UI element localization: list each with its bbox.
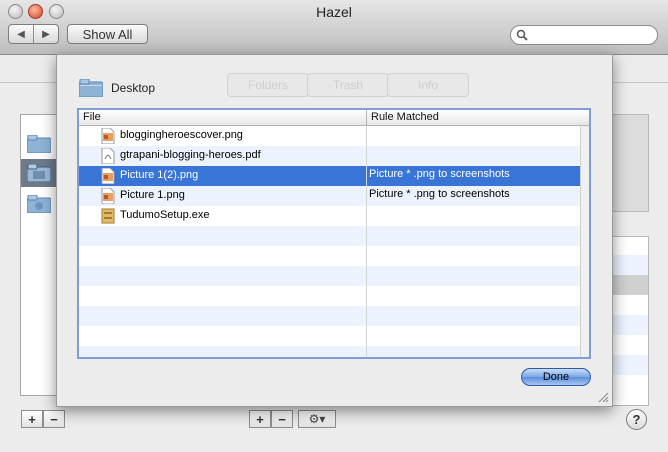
folder-icon [27, 135, 51, 153]
table-row-empty [79, 306, 580, 326]
tab-trash: Trash [307, 73, 389, 97]
table-row[interactable]: Picture 1.png Picture * .png to screensho… [79, 186, 580, 206]
table-header: File Rule Matched [79, 110, 589, 126]
show-all-button[interactable]: Show All [67, 24, 148, 44]
preview-sheet: Folders Trash Info Desktop File Rule Mat… [56, 54, 613, 407]
exe-file-icon [101, 208, 115, 224]
done-button[interactable]: Done [521, 368, 591, 386]
rules-list-background [612, 236, 649, 406]
file-name: gtrapani-blogging-heroes.pdf [120, 149, 261, 161]
rule-matched: Picture * .png to screenshots [369, 168, 510, 180]
gear-menu-button[interactable]: ⚙▾ [298, 410, 336, 428]
table-body: bloggingheroescover.png gtrapani-blogging… [79, 126, 580, 357]
table-row-empty [79, 246, 580, 266]
background-panel [612, 114, 649, 212]
search-icon [516, 29, 528, 41]
obscured-tabs: Folders Trash Info [227, 73, 469, 97]
rule-matched: Picture * .png to screenshots [369, 188, 510, 200]
file-name: Picture 1(2).png [120, 169, 199, 181]
window-titlebar: Hazel ◀ ▶ Show All [0, 0, 668, 55]
tab-info: Info [387, 73, 469, 97]
pdf-file-icon [101, 147, 115, 165]
table-row-empty [79, 346, 580, 357]
downloads-folder-icon [27, 195, 51, 213]
remove-rule-button[interactable]: − [271, 410, 293, 428]
table-row[interactable]: Picture 1(2).png Picture * .png to screen… [79, 166, 580, 186]
folder-name: Desktop [111, 81, 156, 95]
vertical-scrollbar[interactable] [580, 126, 589, 357]
file-rule-table[interactable]: File Rule Matched bloggingheroescover.pn… [77, 108, 591, 359]
png-file-icon [101, 187, 115, 205]
back-forward-control: ◀ ▶ [8, 24, 59, 44]
forward-icon[interactable]: ▶ [34, 25, 58, 43]
tab-folders: Folders [227, 73, 309, 97]
back-icon[interactable]: ◀ [9, 25, 34, 43]
help-button[interactable]: ? [626, 409, 647, 430]
png-file-icon [101, 127, 115, 145]
window-title: Hazel [316, 4, 352, 20]
file-name: Picture 1.png [120, 189, 185, 201]
column-header-rule[interactable]: Rule Matched [371, 111, 439, 123]
column-header-file[interactable]: File [83, 111, 101, 123]
search-input[interactable] [510, 25, 658, 45]
resize-grip-icon[interactable] [597, 391, 609, 403]
table-row[interactable]: bloggingheroescover.png [79, 126, 580, 146]
add-folder-button[interactable]: + [21, 410, 43, 428]
file-name: TudumoSetup.exe [120, 209, 210, 221]
table-row[interactable]: TudumoSetup.exe [79, 206, 580, 226]
file-name: bloggingheroescover.png [120, 129, 243, 141]
desktop-folder-icon [27, 164, 51, 182]
folder-icon [79, 79, 103, 97]
column-divider [366, 126, 367, 357]
table-row-empty [79, 326, 580, 346]
remove-folder-button[interactable]: − [43, 410, 65, 428]
table-row-empty [79, 286, 580, 306]
add-rule-button[interactable]: + [249, 410, 271, 428]
table-row[interactable]: gtrapani-blogging-heroes.pdf [79, 146, 580, 166]
table-row-empty [79, 266, 580, 286]
png-file-icon [101, 167, 115, 185]
table-row-empty [79, 226, 580, 246]
